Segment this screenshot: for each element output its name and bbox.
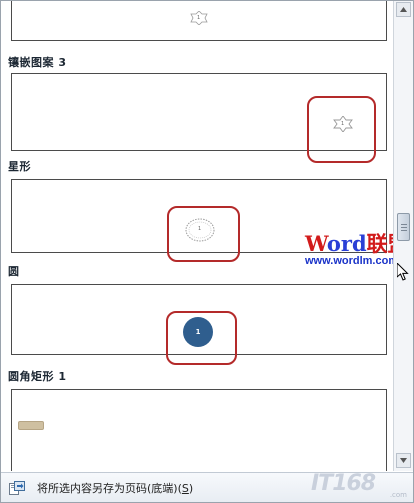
scroll-down-button[interactable] [396,453,411,468]
save-selection-label[interactable]: 将所选内容另存为页码(底端)(S) [37,480,193,496]
gallery-category-label: 星形 [8,160,31,173]
gallery-category-label: 镶嵌图案 3 [8,56,67,69]
vertical-scrollbar[interactable] [393,1,413,471]
gallery-category-label: 圆 [8,265,20,278]
highlight-annotation [167,206,240,262]
gallery-item-plain[interactable]: 1 [11,1,387,41]
gallery-item-rounded-rect-1[interactable] [11,389,387,471]
scroll-up-button[interactable] [396,2,411,17]
arrow-down-icon [400,458,407,463]
logo-text: IT168 [311,471,376,496]
save-to-gallery-icon [9,481,25,495]
gallery-category-label: 圆角矩形 1 [8,370,67,383]
scroll-grip [401,230,407,231]
mouse-cursor-icon [397,263,409,281]
logo-url: .com [389,491,407,499]
page-number-gallery-panel: 1 镶嵌图案 3 1 星形 1 圆 1 圆角矩形 1 Word联盟 www.wo… [0,0,414,503]
scroll-grip [401,227,407,228]
it168-logo: IT168 .com [311,471,411,501]
highlight-annotation [166,311,237,365]
page-number-text: 1 [197,15,201,21]
arrow-up-icon [400,7,407,12]
scroll-grip [401,224,407,225]
highlight-annotation [307,96,376,163]
scroll-thumb[interactable] [397,213,410,241]
rounded-rect-page-number [18,421,44,430]
